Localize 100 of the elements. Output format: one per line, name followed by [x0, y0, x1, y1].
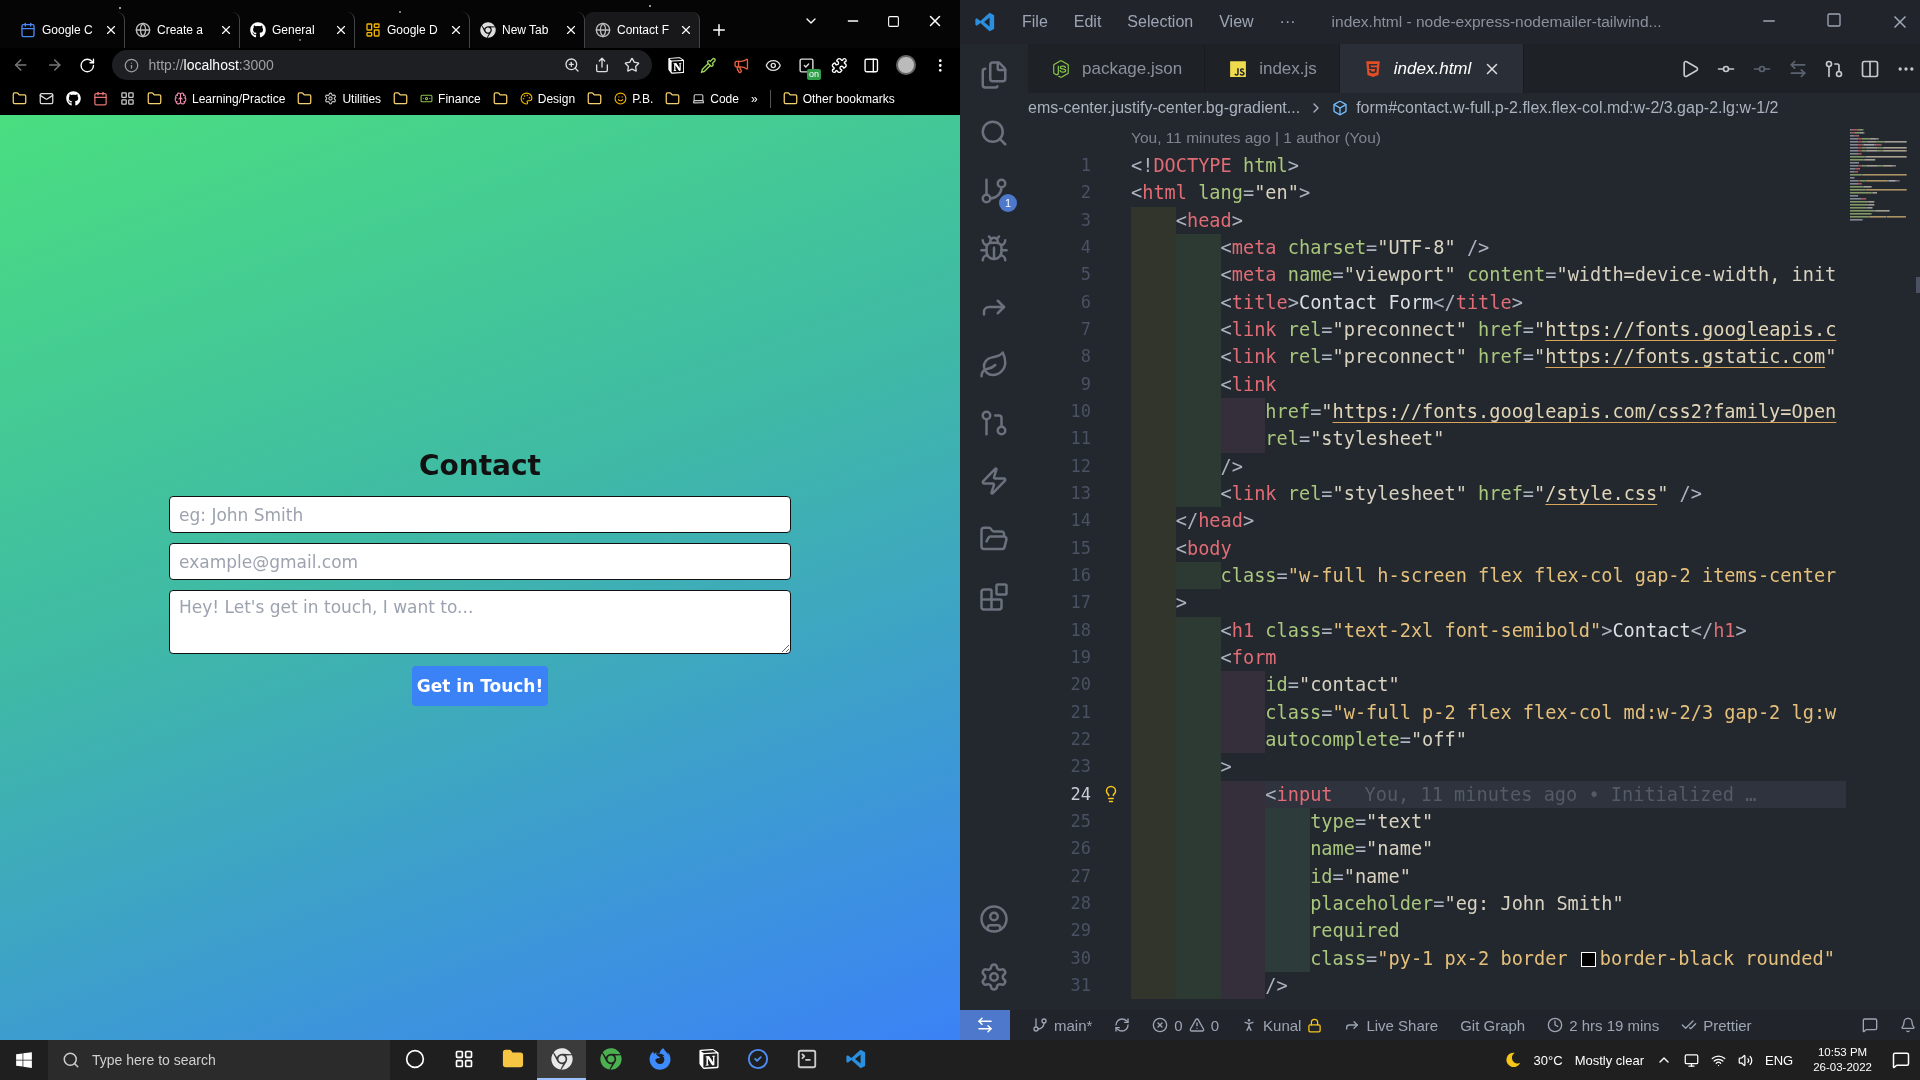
remote-button[interactable]: [960, 1010, 1010, 1040]
editor-tab[interactable]: index.html: [1339, 44, 1525, 93]
taskbar-app[interactable]: [537, 1040, 586, 1080]
clock-date[interactable]: 26-03-2022: [1813, 1060, 1872, 1075]
browser-tab[interactable]: Contact F: [585, 12, 700, 48]
lightning-icon[interactable]: [979, 466, 1009, 496]
sync-icon[interactable]: [1114, 1017, 1131, 1033]
compare-icon[interactable]: [1788, 58, 1808, 79]
close-tab-button[interactable]: [334, 23, 348, 37]
pipette-icon[interactable]: [700, 56, 717, 74]
editor-logo-icon: [974, 11, 996, 33]
language-indicator[interactable]: ENG: [1765, 1052, 1794, 1068]
extensions-icon[interactable]: [979, 582, 1009, 612]
github-icon: [250, 22, 266, 38]
reload-icon[interactable]: [79, 56, 96, 74]
calendar-icon[interactable]: [93, 91, 108, 106]
git-graph-status[interactable]: Git Graph: [1460, 1016, 1526, 1034]
zoom-icon[interactable]: [563, 57, 580, 73]
bookmarks-overflow[interactable]: »: [750, 91, 758, 106]
git-graph-icon[interactable]: [1824, 58, 1844, 79]
run-icon[interactable]: [1680, 58, 1700, 79]
problems-status[interactable]: 0 0: [1152, 1016, 1220, 1034]
browser-tab[interactable]: Google D: [355, 12, 470, 48]
search-field[interactable]: Type here to search: [48, 1040, 390, 1080]
timer-status[interactable]: 2 hrs 19 mins: [1547, 1016, 1660, 1034]
breadcrumb-item[interactable]: form#contact.w-full.p-2.flex.flex-col.md:w-2/3.gap-2.lg:w-1/2: [1356, 99, 1779, 117]
clock-time[interactable]: 10:53 PM: [1817, 1045, 1868, 1060]
menu-item[interactable]: Edit: [1073, 13, 1102, 31]
live-share-status[interactable]: Live Share: [1344, 1016, 1439, 1034]
bookmark[interactable]: Utilities: [324, 91, 382, 106]
branch-icon: [1032, 1017, 1048, 1033]
browser-tab[interactable]: Create a: [125, 12, 240, 48]
code-line: class="py-1 px-2 border border-black rounded": [1131, 944, 1835, 972]
notifications-icon[interactable]: [1892, 1051, 1910, 1069]
check-circle-icon: [746, 1048, 769, 1070]
leaf-icon[interactable]: [979, 350, 1009, 380]
bookmark[interactable]: Code: [692, 91, 739, 106]
browser-tab[interactable]: General: [240, 12, 355, 48]
branch-icon[interactable]: [979, 176, 1009, 206]
grid-icon[interactable]: [120, 91, 135, 106]
monitor-icon[interactable]: [1684, 1052, 1699, 1068]
code-line: required: [1131, 917, 1400, 945]
info-icon: [123, 57, 139, 73]
side-panel-icon[interactable]: [863, 56, 880, 74]
avatar[interactable]: [895, 55, 916, 75]
bookmark[interactable]: Finance: [420, 91, 481, 106]
line-number: 24: [1069, 782, 1091, 806]
code-line: type="text": [1131, 807, 1434, 836]
bookmark-folder[interactable]: Other bookmarks: [782, 91, 895, 106]
input-field[interactable]: example@gmail.com: [169, 543, 791, 580]
folder-icon: [587, 91, 603, 106]
blame-codelens[interactable]: You, 11 minutes ago | 1 author (You): [1131, 123, 1846, 152]
share-icon[interactable]: [593, 57, 610, 73]
close-tab-button[interactable]: [449, 23, 463, 37]
account-icon[interactable]: [979, 904, 1009, 934]
chart-logo-icon: [365, 22, 381, 38]
message-box[interactable]: Hey! Let's get in touch, I want to...: [169, 590, 791, 654]
github-icon[interactable]: [66, 91, 81, 106]
browser-tab[interactable]: Google C: [10, 12, 125, 48]
feedback-icon[interactable]: [1862, 1017, 1878, 1033]
branch-status[interactable]: main*: [1032, 1016, 1093, 1034]
mail-icon[interactable]: [39, 91, 54, 106]
close-tab-button[interactable]: [564, 23, 578, 37]
close-tab-button[interactable]: [219, 23, 233, 37]
bug-icon[interactable]: [979, 234, 1009, 264]
split-editor-icon[interactable]: [1860, 58, 1880, 79]
input-field[interactable]: eg: John Smith: [169, 496, 791, 533]
files-icon[interactable]: [979, 60, 1009, 90]
bookmark[interactable]: P.B.: [614, 91, 654, 106]
formatter-status[interactable]: Prettier: [1681, 1016, 1752, 1034]
code-line: </head>: [1131, 507, 1255, 535]
search-icon[interactable]: [979, 118, 1009, 148]
checkbox-icon[interactable]: [797, 56, 815, 74]
settings-icon[interactable]: [979, 962, 1009, 992]
minimap[interactable]: [1850, 127, 1910, 224]
wifi-icon[interactable]: [1711, 1052, 1726, 1068]
folder-icon: [492, 91, 508, 106]
notion-logo-icon[interactable]: [667, 56, 685, 74]
close-tab-button[interactable]: [104, 23, 118, 37]
author-status[interactable]: Kunal: [1241, 1016, 1323, 1034]
bookmark[interactable]: Learning/Practice: [174, 91, 286, 106]
puzzle-icon[interactable]: [830, 56, 848, 74]
code-line: rel="stylesheet": [1131, 425, 1445, 453]
new-tab-button[interactable]: [710, 21, 728, 39]
menu-item[interactable]: File: [1022, 13, 1048, 31]
breadcrumb-item[interactable]: ems-center.justify-center.bg-gradient...: [1028, 99, 1301, 117]
menu-item[interactable]: Selection: [1127, 13, 1194, 31]
menu-item[interactable]: View: [1219, 13, 1254, 31]
menu-item[interactable]: ···: [1279, 13, 1296, 31]
address-bar[interactable]: http://localhost:3000: [111, 50, 652, 80]
bookmark-star-icon[interactable]: [623, 57, 640, 73]
extension-badge: on: [806, 68, 821, 80]
bookmark[interactable]: Design: [519, 91, 576, 106]
close-tab-button[interactable]: [679, 23, 693, 37]
code-line: <html lang="en">: [1131, 181, 1311, 206]
weather-text: Mostly clear: [1574, 1052, 1644, 1068]
bell-icon[interactable]: [1900, 1017, 1916, 1033]
megaphone-icon[interactable]: [732, 56, 750, 74]
volume-icon[interactable]: [1738, 1052, 1753, 1068]
submit-button[interactable]: Get in Touch!: [411, 666, 549, 706]
